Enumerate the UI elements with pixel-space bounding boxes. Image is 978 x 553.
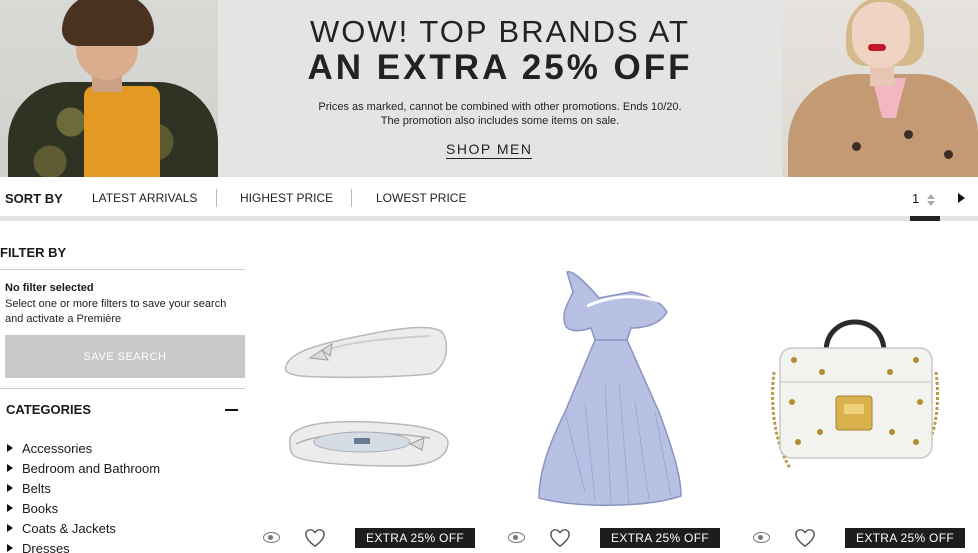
- product-image[interactable]: [495, 232, 725, 522]
- sort-divider: [351, 189, 352, 207]
- category-list: Accessories Bedroom and Bathroom Belts B…: [6, 441, 160, 553]
- banner-headline-line1: WOW! TOP BRANDS AT: [310, 14, 690, 49]
- page-stepper-icon[interactable]: [927, 194, 935, 206]
- divider: [0, 269, 245, 270]
- categories-title[interactable]: CATEGORIES: [6, 402, 91, 417]
- caret-right-icon: [7, 524, 13, 532]
- divider: [0, 388, 245, 389]
- sort-latest-arrivals[interactable]: LATEST ARRIVALS: [92, 191, 197, 205]
- wishlist-heart-icon[interactable]: [794, 528, 816, 548]
- quick-view-eye-icon[interactable]: [508, 532, 525, 543]
- promo-badge: EXTRA 25% OFF: [355, 528, 475, 548]
- wishlist-heart-icon[interactable]: [304, 528, 326, 548]
- category-label: Books: [22, 501, 59, 516]
- male-model-image: [0, 0, 218, 177]
- filter-status: No filter selected: [5, 282, 94, 294]
- promo-banner[interactable]: WOW! TOP BRANDS AT AN EXTRA 25% OFF Pric…: [0, 0, 978, 177]
- banner-copy: WOW! TOP BRANDS AT AN EXTRA 25% OFF Pric…: [218, 0, 782, 177]
- promo-badge: EXTRA 25% OFF: [600, 528, 720, 548]
- sort-by-label: SORT BY: [5, 191, 63, 206]
- banner-headline-line2: AN EXTRA 25% OFF: [307, 48, 693, 87]
- category-label: Bedroom and Bathroom: [22, 461, 161, 476]
- female-model-image: [782, 0, 978, 177]
- sort-divider: [216, 189, 217, 207]
- page-indicator: [910, 216, 940, 221]
- quick-view-eye-icon[interactable]: [263, 532, 280, 543]
- category-item-bedroom-bathroom[interactable]: Bedroom and Bathroom: [6, 461, 160, 481]
- category-item-dresses[interactable]: Dresses: [6, 541, 160, 553]
- sort-divider-line: [0, 216, 978, 221]
- category-item-belts[interactable]: Belts: [6, 481, 160, 501]
- sort-highest-price[interactable]: HIGHEST PRICE: [240, 191, 333, 205]
- category-item-coats-jackets[interactable]: Coats & Jackets: [6, 521, 160, 541]
- filter-help-text: Select one or more filters to save your …: [5, 298, 227, 325]
- quick-view-eye-icon[interactable]: [753, 532, 770, 543]
- save-search-button[interactable]: SAVE SEARCH: [5, 335, 245, 378]
- sort-lowest-price[interactable]: LOWEST PRICE: [376, 191, 466, 205]
- caret-right-icon: [7, 504, 13, 512]
- product-card[interactable]: EXTRA 25% OFF: [250, 232, 480, 553]
- sort-bar: SORT BY LATEST ARRIVALS HIGHEST PRICE LO…: [0, 177, 978, 217]
- category-item-accessories[interactable]: Accessories: [6, 441, 160, 461]
- category-label: Belts: [22, 481, 51, 496]
- product-image[interactable]: [250, 232, 480, 522]
- wishlist-heart-icon[interactable]: [549, 528, 571, 548]
- collapse-icon[interactable]: [225, 409, 238, 411]
- category-label: Dresses: [22, 541, 70, 553]
- product-card[interactable]: EXTRA 25% OFF: [740, 232, 970, 553]
- caret-right-icon: [7, 544, 13, 552]
- banner-fine-print: Prices as marked, cannot be combined wit…: [318, 101, 682, 113]
- promo-badge: EXTRA 25% OFF: [845, 528, 965, 548]
- category-label: Accessories: [22, 441, 93, 456]
- chevron-right-icon[interactable]: [958, 193, 965, 203]
- page-number[interactable]: 1: [912, 191, 919, 206]
- caret-right-icon: [7, 464, 13, 472]
- caret-right-icon: [7, 444, 13, 452]
- shop-men-link[interactable]: SHOP MEN: [446, 141, 533, 159]
- category-item-books[interactable]: Books: [6, 501, 160, 521]
- product-card[interactable]: EXTRA 25% OFF: [495, 232, 725, 553]
- category-label: Coats & Jackets: [22, 521, 116, 536]
- product-image[interactable]: [740, 232, 970, 522]
- caret-right-icon: [7, 484, 13, 492]
- filter-by-title: FILTER BY: [0, 245, 67, 260]
- banner-fine-print-2: The promotion also includes some items o…: [380, 115, 620, 127]
